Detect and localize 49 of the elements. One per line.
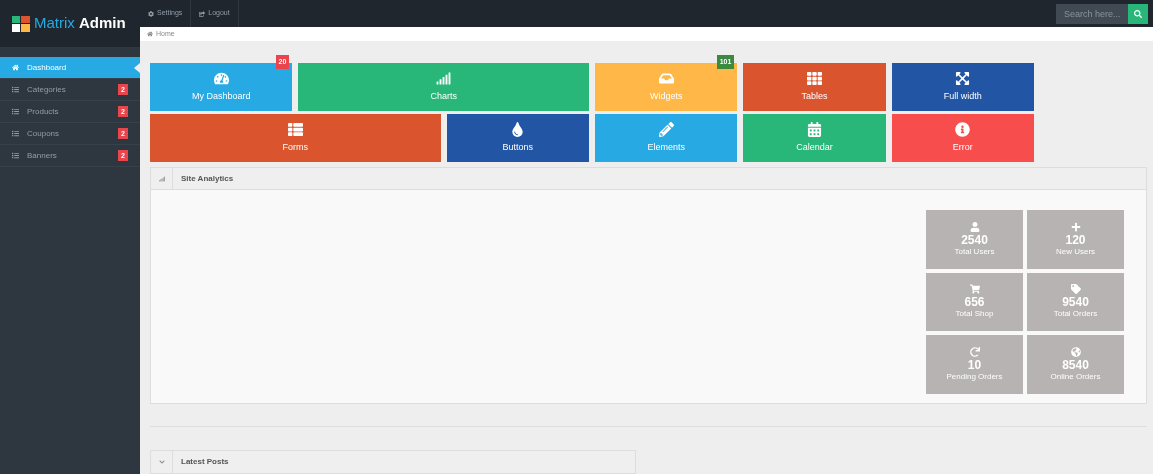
share-icon [199, 10, 206, 17]
plus-icon [1070, 221, 1081, 232]
search-icon [1134, 9, 1142, 18]
tile-button[interactable]: Elements [595, 114, 738, 162]
tile-button[interactable]: My Dashboard [150, 63, 293, 111]
brand-name: Matrix Admin [34, 13, 126, 34]
stat-tile: 9540 Total Orders [1027, 272, 1124, 332]
calendar-icon [807, 121, 822, 137]
tile-button[interactable]: Tables [743, 63, 886, 111]
list-icon [12, 108, 19, 115]
chevron-down-icon[interactable] [158, 459, 165, 465]
stat-tile: 656 Total Shop [926, 272, 1023, 332]
logo-icon [12, 15, 30, 32]
signal-bars-icon [158, 175, 165, 182]
panel-title: Site Analytics [180, 172, 234, 185]
tile-button[interactable]: Forms [150, 114, 441, 162]
tile-button[interactable]: Charts [298, 63, 589, 111]
cart-icon [969, 284, 980, 295]
tile-button[interactable]: Full width [891, 63, 1034, 111]
user-icon [969, 221, 980, 232]
stat-tile: 2540 Total Users [926, 210, 1023, 269]
signal-bars-icon [436, 70, 452, 86]
search-field[interactable]: Search here... [1056, 3, 1128, 24]
stat-tile: 8540 Online Orders [1027, 335, 1124, 394]
expand-arrows-icon [955, 70, 971, 86]
list-icon [12, 130, 19, 137]
home-icon [147, 31, 153, 37]
tile-button[interactable]: Buttons [446, 114, 589, 162]
globe-icon [1070, 347, 1081, 358]
search-button[interactable] [1128, 3, 1148, 24]
tag-icon [1070, 284, 1081, 295]
info-icon [955, 121, 971, 137]
stat-tile: 10 Pending Orders [926, 335, 1023, 394]
stat-tile: 120 New Users [1027, 210, 1124, 269]
grid-icon [807, 70, 822, 86]
refresh-icon [969, 347, 980, 358]
gear-icon [148, 10, 154, 17]
list-icon [287, 121, 303, 137]
home-icon [12, 64, 19, 71]
list-icon [12, 152, 19, 159]
panel-title: Latest Posts [180, 456, 229, 468]
sidebar-item[interactable]: Dashboard [0, 57, 140, 79]
drop-icon [510, 121, 526, 137]
tile-button[interactable]: Error [891, 114, 1034, 162]
list-icon [12, 86, 19, 93]
gauge-icon [213, 70, 229, 86]
selection-notch [134, 63, 140, 73]
tile-button[interactable]: Calendar [743, 114, 886, 162]
pencil-icon [658, 121, 674, 137]
